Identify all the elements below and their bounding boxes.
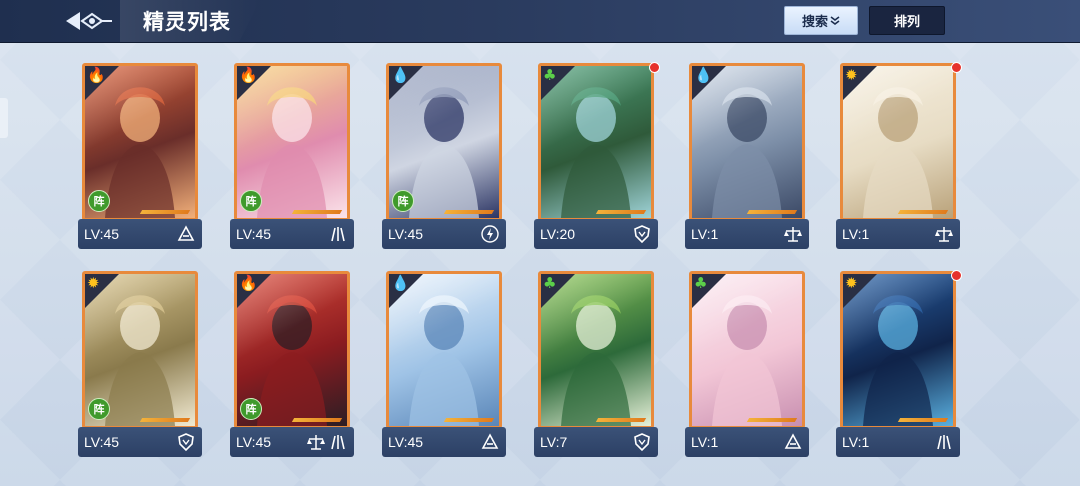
spirit-card[interactable]: 🔥 阵 LV:45 (230, 271, 354, 457)
spirit-portrait: 💧 阵 (386, 63, 502, 221)
spirit-portrait: 🔥 阵 (234, 271, 350, 429)
card-footer: LV:1 (836, 219, 960, 249)
card-footer: LV:45 (230, 427, 354, 457)
spirit-card[interactable]: 💧 阵 LV:45 (382, 63, 506, 249)
rogue-icon (480, 432, 500, 452)
spirit-card[interactable]: 💧 LV:45 (382, 271, 506, 457)
fire-icon: 🔥 (239, 274, 258, 292)
spirit-card[interactable]: 🔥 阵 LV:45 (78, 63, 202, 249)
shield-icon (632, 432, 652, 452)
level-label: LV:45 (84, 434, 120, 450)
card-footer: LV:7 (534, 427, 658, 457)
water-icon: 💧 (391, 66, 410, 84)
spirit-card[interactable]: ♣ LV:7 (534, 271, 658, 457)
spirit-portrait: 🔥 阵 (82, 63, 198, 221)
shield-icon (632, 224, 652, 244)
level-label: LV:1 (691, 226, 719, 242)
spirit-card[interactable]: ✹ LV:1 (836, 270, 962, 457)
back-button[interactable] (62, 4, 116, 38)
fire-icon: 🔥 (87, 66, 106, 84)
fire-icon: 🔥 (239, 66, 258, 84)
side-drawer-handle[interactable] (0, 98, 8, 138)
spirit-portrait: ♣ (689, 271, 805, 429)
card-footer: LV:45 (382, 427, 506, 457)
spirit-card[interactable]: ♣ LV:20 (534, 62, 660, 249)
water-icon: 💧 (694, 66, 713, 84)
spirit-card[interactable]: 🔥 阵 LV:45 (230, 63, 354, 249)
earth-icon: ♣ (694, 274, 708, 292)
scale-icon (783, 224, 803, 244)
earth-icon: ♣ (543, 274, 557, 292)
spirit-portrait: 💧 (689, 63, 805, 221)
level-label: LV:45 (84, 226, 120, 242)
top-bar: 精灵列表 搜索 排列 (0, 0, 1080, 43)
back-arrow-icon (66, 12, 112, 30)
page-title: 精灵列表 (143, 10, 231, 34)
formation-badge: 阵 (240, 398, 262, 420)
shield-icon (176, 432, 196, 452)
claw-icon (328, 432, 348, 452)
rogue-icon (176, 224, 196, 244)
notification-dot (951, 270, 962, 281)
light-icon: ✹ (87, 274, 100, 292)
card-footer: LV:1 (685, 427, 809, 457)
spirit-card[interactable]: ♣ LV:1 (685, 271, 809, 457)
card-footer: LV:45 (382, 219, 506, 249)
spirit-portrait: ♣ (538, 63, 654, 221)
water-icon: 💧 (391, 274, 410, 292)
card-footer: LV:1 (685, 219, 809, 249)
notification-dot (951, 62, 962, 73)
spirit-portrait: ✹ 阵 (82, 271, 198, 429)
spirit-card[interactable]: ✹ 阵 LV:45 (78, 271, 202, 457)
level-label: LV:7 (540, 434, 568, 450)
card-footer: LV:45 (230, 219, 354, 249)
card-footer: LV:45 (78, 427, 202, 457)
formation-badge: 阵 (392, 190, 414, 212)
spirit-portrait: 💧 (386, 271, 502, 429)
card-footer: LV:1 (836, 427, 960, 457)
level-label: LV:1 (842, 226, 870, 242)
spirit-portrait: ✹ (840, 271, 956, 429)
level-label: LV:45 (388, 226, 424, 242)
lightning-icon (480, 224, 500, 244)
formation-badge: 阵 (88, 190, 110, 212)
level-label: LV:45 (236, 226, 272, 242)
light-icon: ✹ (845, 66, 858, 84)
card-footer: LV:20 (534, 219, 658, 249)
claw-icon (934, 432, 954, 452)
level-label: LV:45 (236, 434, 272, 450)
formation-badge: 阵 (88, 398, 110, 420)
notification-dot (649, 62, 660, 73)
spirit-portrait: ✹ (840, 63, 956, 221)
earth-icon: ♣ (543, 66, 557, 84)
rogue-icon (783, 432, 803, 452)
spirit-card[interactable]: 💧 LV:1 (685, 63, 809, 249)
formation-badge: 阵 (240, 190, 262, 212)
level-label: LV:45 (388, 434, 424, 450)
level-label: LV:1 (691, 434, 719, 450)
scale-icon (934, 224, 954, 244)
level-label: LV:20 (540, 226, 576, 242)
search-label: 搜索 (801, 15, 828, 30)
double-chevron-down-icon (830, 15, 840, 25)
spirit-portrait: 🔥 阵 (234, 63, 350, 221)
sort-label: 排列 (893, 15, 920, 30)
card-footer: LV:45 (78, 219, 202, 249)
spirit-card[interactable]: ✹ LV:1 (836, 62, 962, 249)
search-button[interactable]: 搜索 (784, 6, 858, 35)
sort-button[interactable]: 排列 (869, 6, 945, 35)
spirit-portrait: ♣ (538, 271, 654, 429)
level-label: LV:1 (842, 434, 870, 450)
light-icon: ✹ (845, 274, 858, 292)
claw-icon (328, 224, 348, 244)
scale-icon (306, 432, 326, 452)
